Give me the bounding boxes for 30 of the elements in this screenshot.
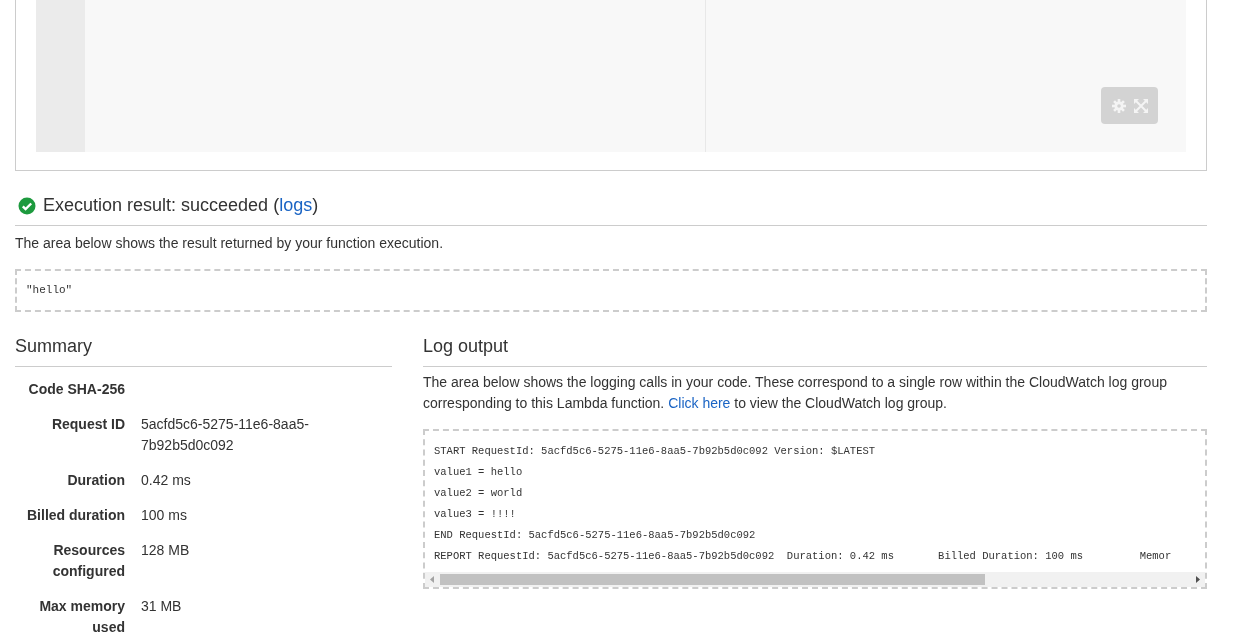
summary-label: Duration	[66, 471, 125, 490]
settings-icon[interactable]	[1111, 98, 1126, 113]
summary-value: 128 MB	[141, 541, 191, 560]
summary-title: Summary	[15, 333, 392, 367]
scrollbar-thumb[interactable]	[440, 574, 985, 585]
log-line: value2 = world	[434, 486, 524, 501]
log-line: START RequestId: 5acfd5c6-5275-11e6-8aa5-7b92b5d0c092 Version: $LATEST	[434, 444, 877, 459]
cloudwatch-link[interactable]: Click here	[668, 395, 731, 411]
result-heading: Execution result: succeeded (logs)	[43, 194, 319, 217]
result-description: The area below shows the result returned by your function execution.	[15, 234, 445, 253]
log-output-description: The area below shows the logging calls in your code. These correspond to a single row within the CloudWatch log group corresponding to this Lambda function. Click here to view the CloudWatch log group.	[423, 373, 1168, 413]
summary-value: 31 MB	[141, 597, 183, 616]
log-line: value1 = hello	[434, 465, 524, 480]
summary-label: Resources configured	[51, 541, 125, 581]
summary-value: 5acfd5c6-5275-11e6-8aa5-7b92b5d0c092	[141, 415, 310, 455]
summary-value: 100 ms	[141, 506, 188, 525]
log-output-title: Log output	[423, 333, 1207, 367]
result-output: "hello"	[26, 283, 73, 299]
summary-label: Request ID	[50, 415, 125, 434]
summary-label: Max memory used	[38, 597, 125, 637]
summary-label: Code SHA-256	[27, 380, 125, 399]
log-line: END RequestId: 5acfd5c6-5275-11e6-8aa5-7b92b5d0c092	[434, 528, 757, 543]
summary-value: 0.42 ms	[141, 471, 192, 490]
log-line: value3 = !!!!	[434, 507, 517, 522]
fullscreen-icon[interactable]	[1133, 98, 1148, 113]
horizontal-scrollbar[interactable]	[425, 572, 1205, 587]
success-check-icon	[18, 196, 36, 215]
logs-link[interactable]: logs	[279, 195, 313, 215]
summary-label: Billed duration	[26, 506, 125, 525]
log-line: REPORT RequestId: 5acfd5c6-5275-11e6-8aa5-7b92b5d0c092 Duration: 0.42 ms Billed Duration: 100 ms Memor	[434, 549, 1173, 564]
